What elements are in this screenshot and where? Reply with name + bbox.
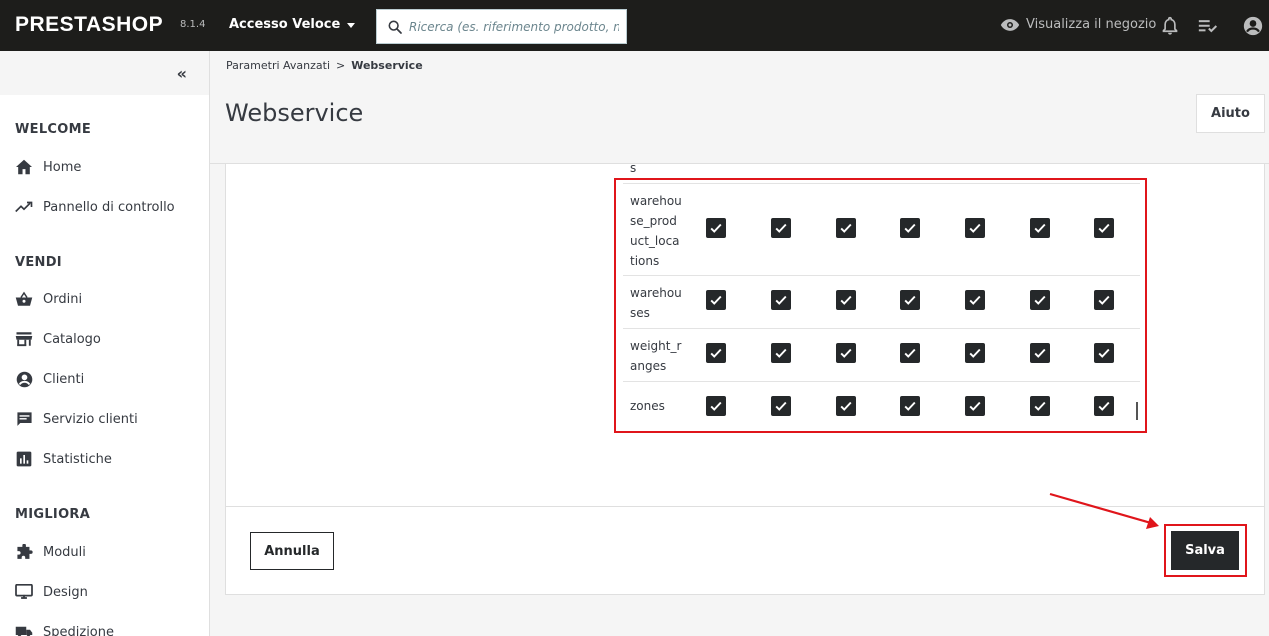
sidebar-item-label: Design [43,584,88,600]
sidebar-item-shipping[interactable]: Spedizione [15,623,114,636]
sidebar-item-label: Home [43,159,82,175]
quick-access-dropdown[interactable]: Accesso Veloce [229,17,356,32]
search-input[interactable] [409,19,619,34]
page-title: Webservice [225,99,364,127]
sidebar-item-orders[interactable]: Ordini [15,290,82,308]
sidebar-item-home[interactable]: Home [15,158,81,176]
caret-down-icon [347,23,356,28]
sidebar-item-label: Servizio clienti [43,411,138,427]
quick-access-label: Accesso Veloce [229,17,341,32]
breadcrumb-parent-link[interactable]: Parametri Avanzati [226,59,330,72]
cancel-button[interactable]: Annulla [250,532,334,570]
playlist-check-icon[interactable] [1198,18,1218,34]
sidebar-collapse-bar: « [0,51,209,95]
sidebar-item-label: Pannello di controllo [43,199,175,215]
sidebar-item-dashboard[interactable]: Pannello di controllo [15,198,175,216]
view-shop-link[interactable]: Visualizza il negozio [1000,17,1156,32]
account-icon[interactable] [1243,16,1263,36]
red-arrow-annotation [1049,492,1159,529]
sidebar-item-label: Statistiche [43,451,112,467]
search-icon [388,20,402,34]
sidebar-item-label: Spedizione [43,624,114,636]
sidebar-item-label: Catalogo [43,331,101,347]
breadcrumb-current: Webservice [351,59,423,72]
help-button[interactable]: Aiuto [1196,94,1265,133]
store-icon [15,332,33,347]
sidebar-item-design[interactable]: Design [15,583,88,601]
sidebar-item-customers[interactable]: Clienti [15,370,84,388]
monitor-icon [15,584,33,599]
sidebar-item-label: Ordini [43,291,83,307]
bell-icon[interactable] [1161,16,1179,36]
sidebar-item-label: Moduli [43,544,86,560]
collapse-chevrons-icon[interactable]: « [177,64,187,83]
sidebar-section-improve: MIGLIORA [15,507,91,522]
table-highlight-box [614,178,1147,433]
sidebar-section-sell: VENDI [15,255,62,270]
truncated-row-label: s [630,161,637,175]
version-label: 8.1.4 [180,19,206,30]
view-shop-label: Visualizza il negozio [1026,17,1157,32]
sidebar-section-welcome: WELCOME [15,122,92,137]
basket-icon [15,291,33,306]
puzzle-icon [16,543,33,559]
chat-icon [16,411,32,426]
account-circle-icon [16,371,32,387]
sidebar-item-modules[interactable]: Moduli [15,543,86,561]
prestashop-logo[interactable]: PRESTASHOP [15,13,163,37]
sidebar-item-catalog[interactable]: Catalogo [15,330,101,348]
sidebar: « WELCOME Home Pannello di controllo VEN… [0,51,210,636]
trending-up-icon [15,201,33,213]
sidebar-item-stats[interactable]: Statistiche [15,450,112,468]
search-box[interactable] [376,9,627,44]
save-highlight-box [1164,524,1247,577]
truck-icon [15,626,33,636]
breadcrumb-separator: > [336,59,346,72]
top-header: PRESTASHOP 8.1.4 Accesso Veloce Visualiz… [0,0,1269,51]
bar-chart-icon [16,451,32,467]
sidebar-item-customer-service[interactable]: Servizio clienti [15,410,138,428]
breadcrumb: Parametri Avanzati > Webservice [226,59,423,72]
sidebar-item-label: Clienti [43,371,85,387]
eye-icon [1000,18,1020,31]
home-icon [16,159,32,175]
